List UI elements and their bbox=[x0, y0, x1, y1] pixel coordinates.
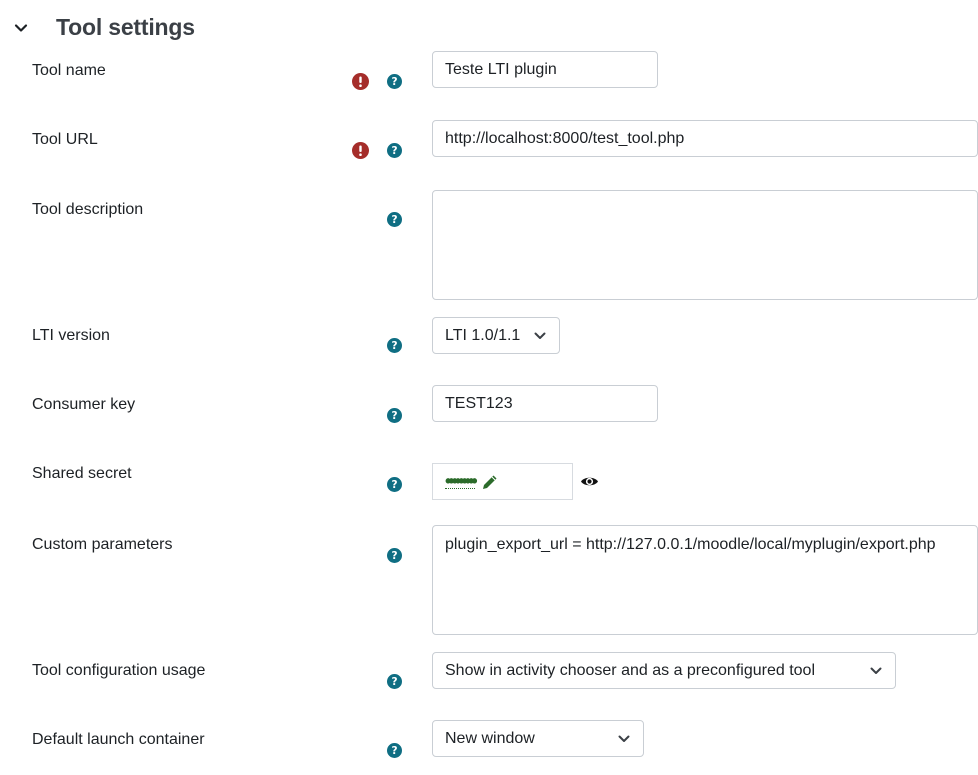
question-circle-icon[interactable]: ? bbox=[387, 143, 402, 158]
tool-name-input[interactable]: Teste LTI plugin bbox=[432, 51, 658, 88]
svg-text:?: ? bbox=[391, 550, 397, 562]
svg-text:?: ? bbox=[391, 214, 397, 226]
tool-name-label: Tool name bbox=[32, 62, 106, 79]
svg-text:?: ? bbox=[391, 479, 397, 491]
tool-configuration-usage-select[interactable]: Show in activity chooser and as a precon… bbox=[432, 652, 896, 689]
section-title: Tool settings bbox=[56, 14, 195, 40]
tool-url-input[interactable]: http://localhost:8000/test_tool.php bbox=[432, 120, 978, 157]
pencil-icon[interactable] bbox=[481, 473, 499, 491]
chevron-down-icon bbox=[534, 332, 546, 339]
default-launch-container-select[interactable]: New window bbox=[432, 720, 644, 757]
chevron-down-icon bbox=[618, 735, 630, 742]
chevron-down-icon[interactable] bbox=[13, 20, 29, 36]
consumer-key-input[interactable]: TEST123 bbox=[432, 385, 658, 422]
question-circle-icon[interactable]: ? bbox=[387, 743, 402, 758]
consumer-key-value: TEST123 bbox=[445, 394, 513, 412]
tool-url-label: Tool URL bbox=[32, 131, 98, 148]
tool-configuration-usage-label: Tool configuration usage bbox=[32, 662, 206, 679]
svg-text:?: ? bbox=[391, 340, 397, 352]
consumer-key-label: Consumer key bbox=[32, 396, 136, 413]
tool-configuration-usage-value: Show in activity chooser and as a precon… bbox=[445, 661, 815, 679]
default-launch-container-label: Default launch container bbox=[32, 731, 205, 748]
eye-icon[interactable] bbox=[580, 472, 599, 491]
default-launch-container-value: New window bbox=[445, 729, 535, 747]
exclamation-circle-icon bbox=[352, 142, 369, 159]
question-circle-icon[interactable]: ? bbox=[387, 212, 402, 227]
custom-parameters-label: Custom parameters bbox=[32, 536, 173, 553]
lti-version-label: LTI version bbox=[32, 327, 110, 344]
question-circle-icon[interactable]: ? bbox=[387, 477, 402, 492]
exclamation-circle-icon bbox=[352, 73, 369, 90]
section-header: Tool settings bbox=[0, 0, 978, 56]
svg-text:?: ? bbox=[391, 76, 397, 88]
question-circle-icon[interactable]: ? bbox=[387, 674, 402, 689]
shared-secret-field[interactable]: ••••••••• bbox=[432, 463, 573, 500]
svg-text:?: ? bbox=[391, 745, 397, 757]
chevron-down-icon bbox=[870, 667, 882, 674]
tool-description-label: Tool description bbox=[32, 201, 144, 218]
shared-secret-label: Shared secret bbox=[32, 465, 132, 482]
custom-parameters-textarea[interactable]: plugin_export_url = http://127.0.0.1/moo… bbox=[432, 525, 978, 635]
lti-version-select[interactable]: LTI 1.0/1.1 bbox=[432, 317, 560, 354]
shared-secret-masked-value[interactable]: ••••••••• bbox=[445, 472, 478, 490]
tool-description-textarea[interactable] bbox=[432, 190, 978, 300]
custom-parameters-value: plugin_export_url = http://127.0.0.1/moo… bbox=[445, 536, 936, 553]
svg-text:?: ? bbox=[391, 410, 397, 422]
question-circle-icon[interactable]: ? bbox=[387, 74, 402, 89]
question-circle-icon[interactable]: ? bbox=[387, 338, 402, 353]
tool-url-value: http://localhost:8000/test_tool.php bbox=[445, 129, 685, 147]
question-circle-icon[interactable]: ? bbox=[387, 548, 402, 563]
svg-text:?: ? bbox=[391, 676, 397, 688]
question-circle-icon[interactable]: ? bbox=[387, 408, 402, 423]
lti-version-value: LTI 1.0/1.1 bbox=[445, 326, 521, 344]
tool-name-value: Teste LTI plugin bbox=[445, 60, 557, 78]
svg-text:?: ? bbox=[391, 145, 397, 157]
